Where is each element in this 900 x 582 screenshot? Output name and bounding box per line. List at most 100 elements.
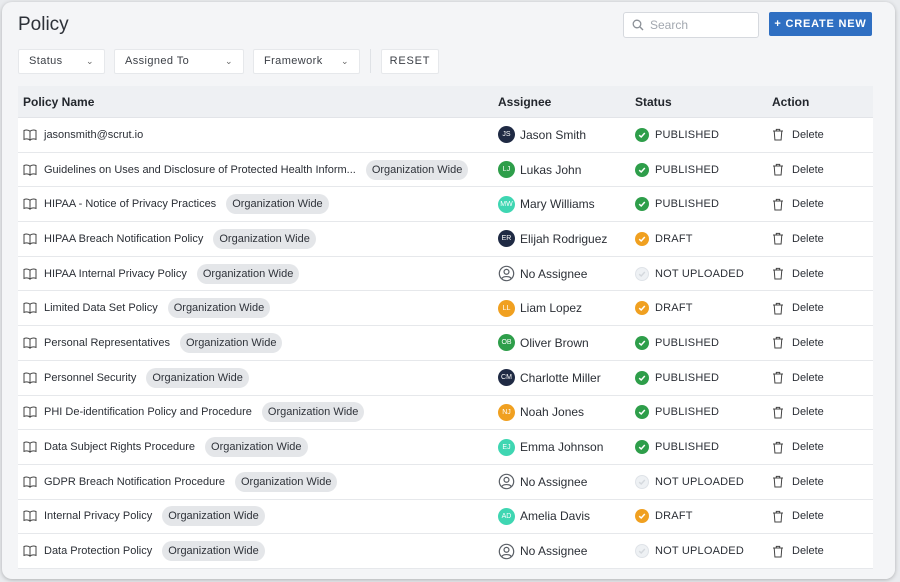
policy-name-cell: GDPR Breach Notification Procedure Organ… [18, 471, 498, 492]
delete-button[interactable]: Delete [772, 441, 872, 454]
policy-name-link[interactable]: Personal Representatives [44, 337, 170, 349]
policy-name-link[interactable]: Limited Data Set Policy [44, 302, 158, 314]
assignee-cell[interactable]: NJ Noah Jones [498, 403, 635, 421]
policy-name-cell: HIPAA Internal Privacy Policy Organizati… [18, 263, 498, 284]
policy-name-link[interactable]: GDPR Breach Notification Procedure [44, 476, 225, 488]
policy-name-link[interactable]: HIPAA - Notice of Privacy Practices [44, 198, 216, 210]
delete-button[interactable]: Delete [772, 302, 872, 315]
delete-button[interactable]: Delete [772, 198, 872, 211]
search-icon [632, 19, 644, 31]
reset-button[interactable]: RESET [381, 48, 439, 74]
table-row[interactable]: Limited Data Set Policy Organization Wid… [18, 291, 873, 327]
assignee-cell[interactable]: EJ Emma Johnson [498, 438, 635, 456]
assignee-cell[interactable]: No Assignee [498, 543, 635, 560]
delete-button[interactable]: Delete [772, 406, 872, 419]
table-row[interactable]: HIPAA Internal Privacy Policy Organizati… [18, 257, 873, 292]
delete-label: Delete [792, 128, 824, 141]
table-header: Policy Name Assignee Status Action [18, 86, 873, 118]
table-row[interactable]: GDPR Breach Notification Procedure Organ… [18, 465, 873, 500]
delete-button[interactable]: Delete [772, 128, 872, 141]
delete-button[interactable]: Delete [772, 336, 872, 349]
trash-icon [773, 129, 783, 141]
published-check-icon [635, 370, 649, 385]
trash-icon [773, 267, 783, 280]
table-body: jasonsmith@scrut.io JS Jason Smith PUBLI… [18, 118, 873, 569]
book-icon [23, 372, 37, 384]
assignee-cell[interactable]: AD Amelia Davis [498, 507, 635, 525]
table-row[interactable]: Personal Representatives Organization Wi… [18, 326, 873, 361]
policy-name-link[interactable]: HIPAA Internal Privacy Policy [44, 268, 187, 280]
status-label: NOT UPLOADED [655, 267, 744, 280]
not-uploaded-check-icon [635, 544, 649, 559]
assignee-cell[interactable]: JS Jason Smith [498, 126, 635, 144]
delete-button[interactable]: Delete [772, 371, 872, 384]
table-row[interactable]: HIPAA Breach Notification Policy Organiz… [18, 222, 873, 257]
header-status[interactable]: Status [635, 95, 772, 109]
scrollbar[interactable] [881, 2, 895, 579]
assignee-name: Oliver Brown [520, 335, 589, 350]
assignee-name: Jason Smith [520, 127, 587, 142]
published-check-icon [635, 127, 649, 142]
table-row[interactable]: Internal Privacy Policy Organization Wid… [18, 500, 873, 535]
create-new-button[interactable]: + CREATE NEW [769, 12, 872, 36]
header-assignee[interactable]: Assignee [498, 95, 635, 109]
avatar: NJ [498, 403, 515, 421]
assignee-cell[interactable]: LL Liam Lopez [498, 299, 635, 317]
assignee-cell[interactable]: LJ Lukas John [498, 161, 635, 179]
assigned-to-filter[interactable]: Assigned To ⌄ [114, 48, 244, 74]
table-row[interactable]: HIPAA - Notice of Privacy Practices Orga… [18, 187, 873, 223]
assignee-cell[interactable]: ER Elijah Rodriguez [498, 230, 635, 248]
table-row[interactable]: Data Subject Rights Procedure Organizati… [18, 430, 873, 465]
delete-label: Delete [792, 510, 824, 523]
table-row[interactable]: jasonsmith@scrut.io JS Jason Smith PUBLI… [18, 118, 873, 153]
table-row[interactable]: PHI De-identification Policy and Procedu… [18, 396, 873, 431]
trash-icon [773, 337, 783, 349]
policy-name-cell: Personnel Security Organization Wide [18, 367, 498, 388]
status-label: PUBLISHED [655, 371, 720, 384]
assignee-cell[interactable]: CM Charlotte Miller [498, 369, 635, 387]
delete-button[interactable]: Delete [772, 232, 872, 245]
policy-name-link[interactable]: Data Subject Rights Procedure [44, 441, 195, 453]
user-icon [498, 543, 515, 559]
delete-label: Delete [792, 336, 824, 349]
table-row[interactable]: Guidelines on Uses and Disclosure of Pro… [18, 153, 873, 188]
delete-button[interactable]: Delete [772, 510, 872, 523]
header-policy-name[interactable]: Policy Name [18, 95, 498, 109]
filter-bar: Status ⌄ Assigned To ⌄ Framework ⌄ RESET [18, 48, 439, 74]
status-label: DRAFT [655, 302, 693, 315]
delete-button[interactable]: Delete [772, 545, 872, 558]
delete-button[interactable]: Delete [772, 475, 872, 488]
delete-label: Delete [792, 267, 824, 280]
status-label: DRAFT [655, 510, 693, 523]
status-cell: NOT UPLOADED [635, 474, 772, 489]
delete-label: Delete [792, 163, 824, 176]
scope-tag: Organization Wide [167, 298, 271, 319]
policy-name-link[interactable]: Personnel Security [44, 372, 136, 384]
search-input[interactable] [650, 18, 750, 32]
assignee-cell[interactable]: MW Mary Williams [498, 195, 635, 213]
policy-name-link[interactable]: PHI De-identification Policy and Procedu… [44, 406, 252, 418]
delete-button[interactable]: Delete [772, 267, 872, 280]
assignee-cell[interactable]: OB Oliver Brown [498, 334, 635, 352]
assignee-cell[interactable]: No Assignee [498, 473, 635, 490]
search-box[interactable] [623, 12, 759, 38]
status-label: NOT UPLOADED [655, 475, 744, 488]
assignee-cell[interactable]: No Assignee [498, 265, 635, 282]
policy-name-link[interactable]: Data Protection Policy [44, 545, 152, 557]
delete-button[interactable]: Delete [772, 163, 872, 176]
status-cell: PUBLISHED [635, 405, 772, 420]
policy-name-link[interactable]: HIPAA Breach Notification Policy [44, 233, 203, 245]
status-cell: DRAFT [635, 301, 772, 316]
status-filter[interactable]: Status ⌄ [18, 48, 105, 74]
policy-name-link[interactable]: Guidelines on Uses and Disclosure of Pro… [44, 164, 356, 176]
policy-name-link[interactable]: jasonsmith@scrut.io [44, 129, 143, 141]
not-uploaded-check-icon [635, 266, 649, 281]
delete-label: Delete [792, 545, 824, 558]
framework-filter[interactable]: Framework ⌄ [253, 48, 360, 74]
policy-name-link[interactable]: Internal Privacy Policy [44, 510, 152, 522]
scope-tag: Organization Wide [179, 332, 283, 353]
page-title: Policy [18, 14, 69, 35]
table-row[interactable]: Personnel Security Organization Wide CM … [18, 361, 873, 396]
table-row[interactable]: Data Protection Policy Organization Wide… [18, 534, 873, 569]
avatar: LJ [498, 161, 515, 179]
